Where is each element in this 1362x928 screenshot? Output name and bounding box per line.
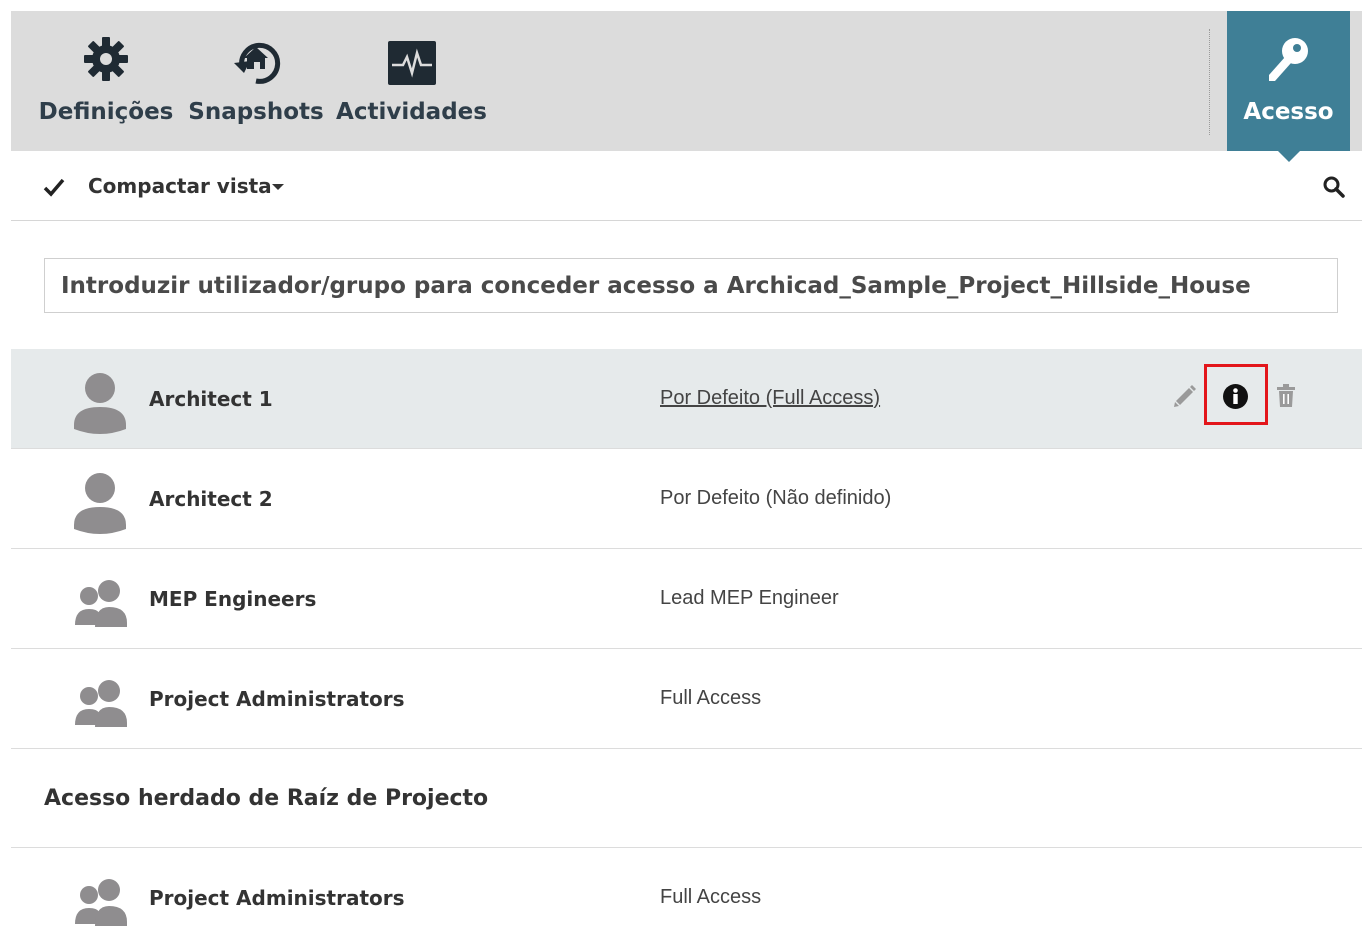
- view-options-bar: Compactar vista: [11, 151, 1362, 221]
- group-avatar-icon: [75, 580, 127, 627]
- access-row[interactable]: Architect 2 Por Defeito (Não definido): [11, 449, 1362, 549]
- user-avatar-icon: [74, 373, 126, 434]
- toolbar-label-definicoes: Definições: [38, 99, 174, 125]
- access-row-name: MEP Engineers: [149, 587, 317, 611]
- toolbar-button-acesso[interactable]: Acesso: [1227, 11, 1350, 151]
- info-icon[interactable]: [1222, 383, 1249, 410]
- toolbar-label-snapshots: Snapshots: [188, 99, 324, 125]
- toolbar-button-definicoes[interactable]: Definições: [38, 11, 174, 151]
- trash-icon[interactable]: [1275, 383, 1297, 409]
- access-row[interactable]: MEP Engineers Lead MEP Engineer: [11, 549, 1362, 649]
- chevron-down-icon[interactable]: [272, 184, 284, 190]
- gear-icon: [84, 37, 128, 81]
- access-row-role: Lead MEP Engineer: [660, 587, 839, 609]
- toolbar-button-actividades[interactable]: Actividades: [336, 11, 487, 151]
- inherited-access-row[interactable]: Project Administrators Full Access: [11, 848, 1362, 928]
- key-icon: [1268, 38, 1308, 81]
- toolbar-label-acesso: Acesso: [1243, 99, 1334, 125]
- access-row-role: Full Access: [660, 687, 762, 709]
- toolbar-separator: [1209, 29, 1210, 135]
- access-row[interactable]: Architect 1 Por Defeito (Full Access): [11, 349, 1362, 449]
- main-toolbar: Definições Snapshots Actividades Acesso: [11, 11, 1362, 151]
- inherited-access-heading: Acesso herdado de Raíz de Projecto: [44, 786, 489, 811]
- access-row-name: Project Administrators: [149, 687, 405, 711]
- access-row-role: Por Defeito (Não definido): [660, 487, 892, 509]
- access-row[interactable]: Project Administrators Full Access: [11, 649, 1362, 749]
- access-row-role-link[interactable]: Por Defeito (Full Access): [660, 387, 880, 410]
- access-row-name: Architect 2: [149, 487, 273, 511]
- access-row-role: Full Access: [660, 886, 762, 908]
- checkmark-icon: [43, 178, 65, 197]
- access-row-name: Architect 1: [149, 387, 273, 411]
- snapshot-history-icon: [234, 42, 281, 84]
- search-icon[interactable]: [1322, 175, 1346, 199]
- group-avatar-icon: [75, 680, 127, 727]
- compact-view-dropdown[interactable]: Compactar vista: [88, 174, 272, 198]
- toolbar-button-snapshots[interactable]: Snapshots: [188, 11, 324, 151]
- toolbar-label-actividades: Actividades: [336, 99, 487, 125]
- group-avatar-icon: [75, 879, 127, 926]
- activity-pulse-icon: [387, 41, 436, 85]
- access-row-name: Project Administrators: [149, 886, 405, 910]
- pencil-icon[interactable]: [1172, 383, 1198, 409]
- grant-access-input[interactable]: [44, 258, 1338, 313]
- user-avatar-icon: [74, 473, 126, 534]
